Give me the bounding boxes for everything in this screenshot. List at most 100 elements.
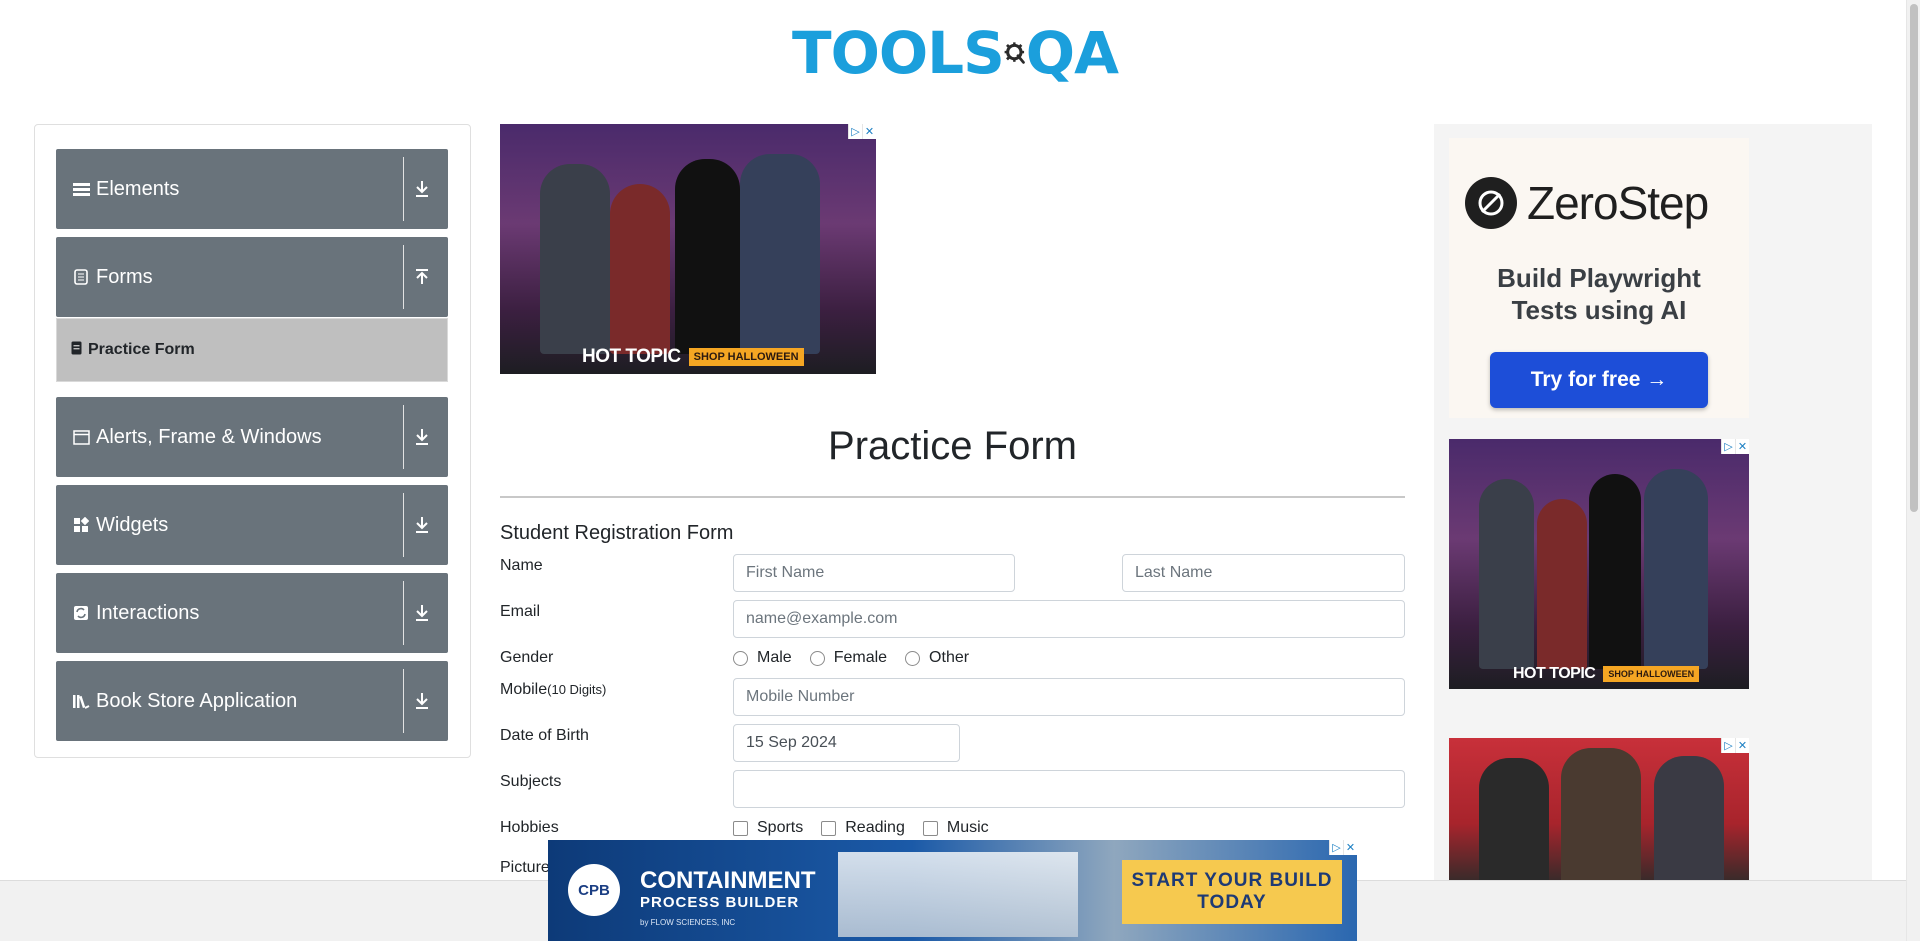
cpb-title-line: CONTAINMENT — [640, 867, 816, 894]
cpb-byline: by FLOW SCIENCES, INC — [640, 918, 736, 927]
gender-label: Gender — [500, 649, 554, 666]
group-header[interactable]: Forms — [56, 237, 448, 317]
hobby-option-music[interactable]: Music — [922, 819, 989, 837]
gender-option-female[interactable]: Female — [809, 649, 887, 667]
start-your-build-button[interactable]: START YOUR BUILD TODAY — [1122, 860, 1342, 924]
sidebar-group-elements[interactable]: Elements — [56, 149, 448, 229]
zerostep-ad[interactable]: ZeroStep Build Playwright Tests using AI… — [1449, 138, 1749, 418]
group-title: Widgets — [96, 513, 169, 536]
toolsqa-logo[interactable]: TOOLS QA — [792, 14, 1119, 92]
expand-icon[interactable] — [404, 683, 440, 719]
hobbies-label: Hobbies — [500, 819, 559, 836]
window-icon — [72, 428, 90, 446]
ad-figure — [1644, 469, 1708, 669]
expand-icon[interactable] — [404, 507, 440, 543]
sidebar-group-alerts-frame-windows[interactable]: Alerts, Frame & Windows — [56, 397, 448, 477]
vertical-scrollbar[interactable] — [1906, 0, 1920, 941]
radio-button[interactable] — [809, 650, 825, 666]
left-sidebar: Elements Forms Practice Form Alerts, Fra… — [34, 124, 471, 758]
ad-brand-name: HOT TOPIC — [582, 346, 681, 367]
adchoices-icon[interactable]: ▷ — [1721, 738, 1735, 753]
form-subtitle: Student Registration Form — [500, 522, 734, 544]
close-icon[interactable]: ✕ — [1343, 840, 1357, 855]
close-icon[interactable]: ✕ — [1735, 439, 1749, 454]
ad-cta[interactable]: SHOP HALLOWEEN — [1603, 666, 1700, 682]
email-label: Email — [500, 603, 541, 620]
try-for-free-button[interactable]: Try for free → — [1490, 352, 1708, 408]
group-title: Interactions — [96, 601, 200, 624]
collapse-icon[interactable] — [404, 259, 440, 295]
sidebar-item-practice-form[interactable]: Practice Form — [56, 318, 448, 382]
subjects-input[interactable] — [733, 770, 1405, 808]
dob-label: Date of Birth — [500, 727, 589, 744]
adchoices-icon[interactable]: ▷ — [1329, 840, 1343, 855]
group-header[interactable]: Elements — [56, 149, 448, 229]
ad-figure — [540, 164, 610, 354]
ad-product-image — [838, 852, 1078, 937]
cpb-logo: CPB — [568, 864, 620, 916]
checkbox[interactable] — [733, 820, 748, 836]
hot-topic-ad-right[interactable]: ▷ ✕ HOT TOPIC SHOP HALLOWEEN — [1449, 439, 1749, 689]
ad-figure — [740, 154, 820, 354]
hobby-option-sports[interactable]: Sports — [733, 819, 803, 837]
ad-figure — [1561, 748, 1641, 880]
ad-close-button[interactable]: ▷ ✕ — [1329, 840, 1357, 855]
checkbox[interactable] — [821, 820, 837, 836]
mobile-label: Mobile(10 Digits) — [500, 681, 606, 699]
first-name-input[interactable]: First Name — [733, 554, 1015, 592]
group-title: Alerts, Frame & Windows — [96, 425, 322, 448]
radio-label[interactable]: Other — [929, 649, 969, 667]
group-header[interactable]: Alerts, Frame & Windows — [56, 397, 448, 477]
adchoices-icon[interactable]: ▷ — [1721, 439, 1735, 454]
expand-icon[interactable] — [404, 595, 440, 631]
zerostep-logo: ZeroStep — [1465, 176, 1709, 230]
radio-button[interactable] — [905, 650, 921, 666]
sidebar-group-interactions[interactable]: Interactions — [56, 573, 448, 653]
mobile-input[interactable]: Mobile Number — [733, 678, 1405, 716]
gender-option-other[interactable]: Other — [905, 649, 969, 667]
ad-close-button[interactable]: ▷ ✕ — [1721, 439, 1749, 454]
gender-option-male[interactable]: Male — [733, 649, 792, 667]
group-header[interactable]: Book Store Application — [56, 661, 448, 741]
ad-close-button[interactable]: ▷ ✕ — [848, 124, 876, 139]
close-icon[interactable]: ✕ — [862, 124, 876, 139]
close-icon[interactable]: ✕ — [1735, 738, 1749, 753]
ad-figure — [675, 159, 740, 354]
radio-button[interactable] — [733, 650, 748, 666]
adchoices-icon[interactable]: ▷ — [848, 124, 862, 139]
hot-topic-ad-top[interactable]: ▷ ✕ HOT TOPIC SHOP HALLOWEEN — [500, 124, 876, 374]
widgets-icon — [72, 516, 90, 534]
scrollbar-thumb[interactable] — [1910, 4, 1918, 512]
sidebar-group-book-store[interactable]: Book Store Application — [56, 661, 448, 741]
books-icon — [72, 692, 90, 710]
group-header[interactable]: Interactions — [56, 573, 448, 653]
group-header[interactable]: Widgets — [56, 485, 448, 565]
radio-label[interactable]: Female — [834, 649, 887, 667]
last-name-input[interactable]: Last Name — [1122, 554, 1405, 592]
hobby-option-reading[interactable]: Reading — [821, 819, 905, 837]
checkbox[interactable] — [922, 820, 938, 836]
hot-topic-ad-right-2[interactable]: ▷ ✕ — [1449, 738, 1749, 880]
email-input[interactable]: name@example.com — [733, 600, 1405, 638]
zerostep-tagline-line: Build Playwright — [1497, 263, 1701, 293]
sidebar-group-widgets[interactable]: Widgets — [56, 485, 448, 565]
gear-magnifier-icon — [1004, 42, 1025, 64]
picture-label: Picture — [500, 859, 550, 876]
group-title: Book Store Application — [96, 689, 298, 712]
name-label: Name — [500, 557, 543, 574]
zerostep-tagline: Build Playwright Tests using AI — [1449, 262, 1749, 326]
checkbox-label[interactable]: Music — [947, 819, 989, 837]
sidebar-group-forms[interactable]: Forms — [56, 237, 448, 317]
ad-cta[interactable]: SHOP HALLOWEEN — [688, 348, 804, 366]
expand-icon[interactable] — [404, 171, 440, 207]
date-of-birth-input[interactable]: 15 Sep 2024 — [733, 724, 960, 762]
checkbox-label[interactable]: Sports — [757, 819, 803, 837]
containment-process-builder-ad[interactable]: CPB CONTAINMENT PROCESS BUILDER by FLOW … — [548, 840, 1357, 941]
checkbox-label[interactable]: Reading — [845, 819, 905, 837]
ad-close-button[interactable]: ▷ ✕ — [1721, 738, 1749, 753]
sidebar-item-label: Practice Form — [88, 341, 195, 358]
radio-label[interactable]: Male — [757, 649, 792, 667]
expand-icon[interactable] — [404, 419, 440, 455]
mobile-hint: (10 Digits) — [547, 682, 607, 697]
divider — [500, 496, 1405, 498]
